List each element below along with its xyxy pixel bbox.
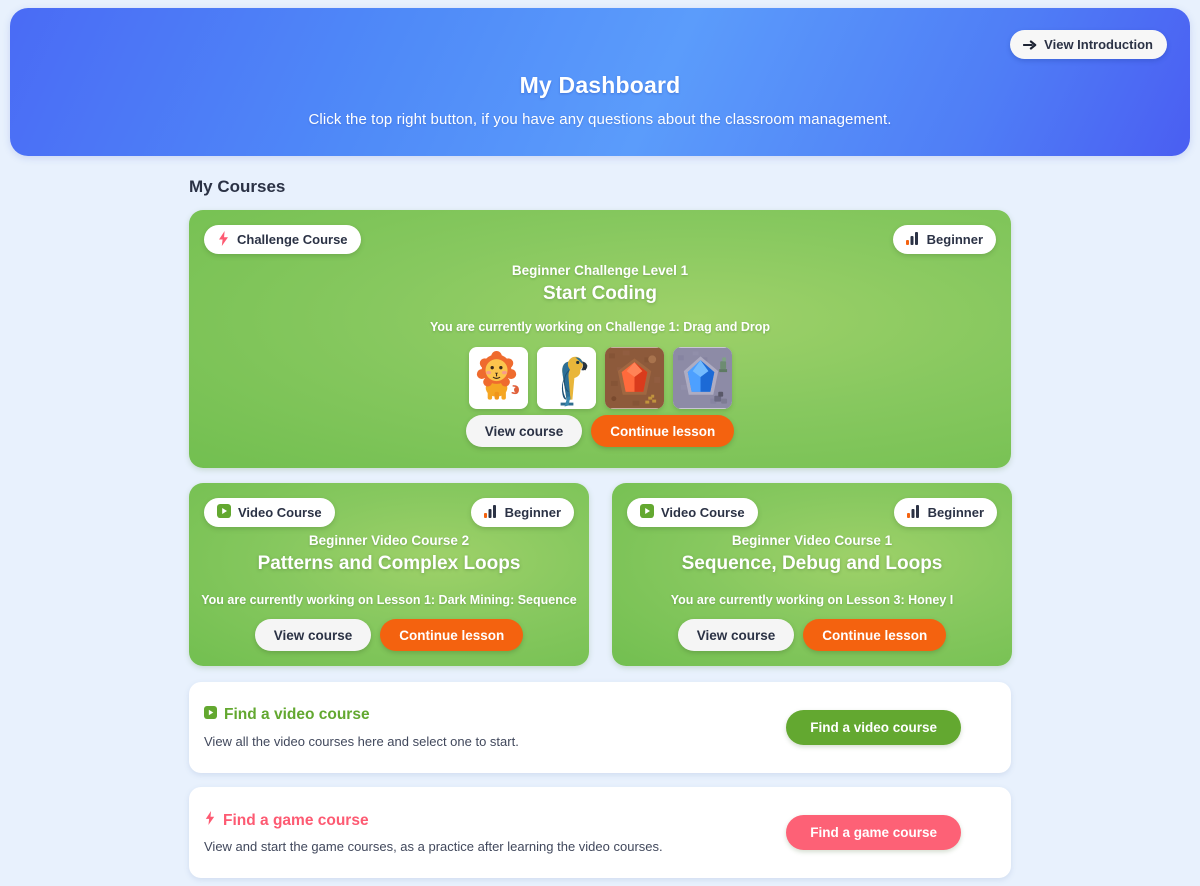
lightning-bolt-icon	[204, 811, 216, 830]
find-video-course-description: View all the video courses here and sele…	[204, 734, 519, 749]
challenge-course-level-label: Beginner	[926, 232, 983, 247]
video-course-1-progress: You are currently working on Lesson 3: H…	[670, 593, 954, 607]
video-course-card-1[interactable]: Video Course Beginner Beginner Video Cou…	[612, 483, 1012, 666]
video-course-1-type-label: Video Course	[661, 505, 745, 520]
blue-gem-thumbnail[interactable]	[672, 347, 732, 409]
video-course-2-eyebrow: Beginner Video Course 2	[308, 533, 470, 548]
video-course-2-level-label: Beginner	[504, 505, 561, 520]
play-square-icon	[204, 706, 217, 724]
parrot-thumbnail[interactable]	[536, 347, 596, 409]
find-video-course-title-row: Find a video course	[204, 706, 370, 724]
challenge-course-eyebrow: Beginner Challenge Level 1	[511, 263, 689, 278]
challenge-thumbnail-row	[189, 347, 1011, 409]
video-course-1-heading: Sequence, Debug and Loops	[681, 553, 943, 574]
video-course-2-continue-button[interactable]: Continue lesson	[380, 619, 524, 651]
challenge-course-level-badge[interactable]: Beginner	[892, 225, 996, 254]
video-course-card-2[interactable]: Video Course Beginner Beginner Video Cou…	[189, 483, 589, 666]
lion-thumbnail[interactable]	[468, 347, 528, 409]
challenge-course-card[interactable]: Challenge Course Beginner Beginner Chall…	[189, 210, 1011, 468]
signal-bars-icon	[483, 504, 498, 521]
find-video-course-card: Find a video course View all the video c…	[189, 682, 1011, 773]
video-course-1-type-badge[interactable]: Video Course	[627, 498, 758, 527]
challenge-course-type-label: Challenge Course	[237, 232, 348, 247]
video-course-2-level-badge[interactable]: Beginner	[470, 498, 574, 527]
video-course-2-actions: View course Continue lesson	[189, 619, 589, 651]
video-course-1-actions: View course Continue lesson	[612, 619, 1012, 651]
video-course-2-progress: You are currently working on Lesson 1: D…	[201, 593, 577, 607]
challenge-course-progress: You are currently working on Challenge 1…	[429, 320, 771, 334]
video-course-1-eyebrow: Beginner Video Course 1	[731, 533, 893, 548]
video-course-1-level-label: Beginner	[927, 505, 984, 520]
find-video-course-button[interactable]: Find a video course	[786, 710, 961, 745]
find-game-course-button[interactable]: Find a game course	[786, 815, 961, 850]
signal-bars-icon	[905, 231, 920, 248]
video-course-2-heading: Patterns and Complex Loops	[257, 553, 521, 574]
play-square-icon	[217, 504, 231, 521]
page-title: My Dashboard	[519, 72, 681, 98]
challenge-view-course-button[interactable]: View course	[465, 415, 583, 447]
view-introduction-label: View Introduction	[1044, 37, 1153, 52]
video-course-1-level-badge[interactable]: Beginner	[893, 498, 997, 527]
red-gem-thumbnail[interactable]	[604, 347, 664, 409]
dashboard-page: My Dashboard Click the top right button,…	[0, 0, 1200, 886]
page-header: My Dashboard Click the top right button,…	[10, 8, 1190, 156]
view-introduction-button[interactable]: View Introduction	[1010, 30, 1167, 59]
video-course-2-type-badge[interactable]: Video Course	[204, 498, 335, 527]
video-course-1-view-button[interactable]: View course	[677, 619, 795, 651]
find-game-course-card: Find a game course View and start the ga…	[189, 787, 1011, 878]
video-course-2-view-button[interactable]: View course	[254, 619, 372, 651]
page-subtitle: Click the top right button, if you have …	[308, 111, 892, 128]
challenge-course-type-badge[interactable]: Challenge Course	[204, 225, 361, 254]
find-game-course-title: Find a game course	[223, 811, 369, 829]
play-square-icon	[640, 504, 654, 521]
find-video-course-title: Find a video course	[224, 706, 370, 723]
lightning-bolt-icon	[217, 230, 230, 249]
challenge-continue-lesson-button[interactable]: Continue lesson	[591, 415, 735, 447]
signal-bars-icon	[906, 504, 921, 521]
arrow-right-icon	[1023, 38, 1037, 52]
video-course-2-type-label: Video Course	[238, 505, 322, 520]
find-game-course-description: View and start the game courses, as a pr…	[204, 839, 663, 854]
my-courses-heading: My Courses	[189, 177, 286, 196]
find-game-course-title-row: Find a game course	[204, 811, 369, 830]
video-course-1-continue-button[interactable]: Continue lesson	[803, 619, 947, 651]
challenge-course-heading: Start Coding	[543, 283, 657, 304]
challenge-card-actions: View course Continue lesson	[189, 415, 1011, 447]
